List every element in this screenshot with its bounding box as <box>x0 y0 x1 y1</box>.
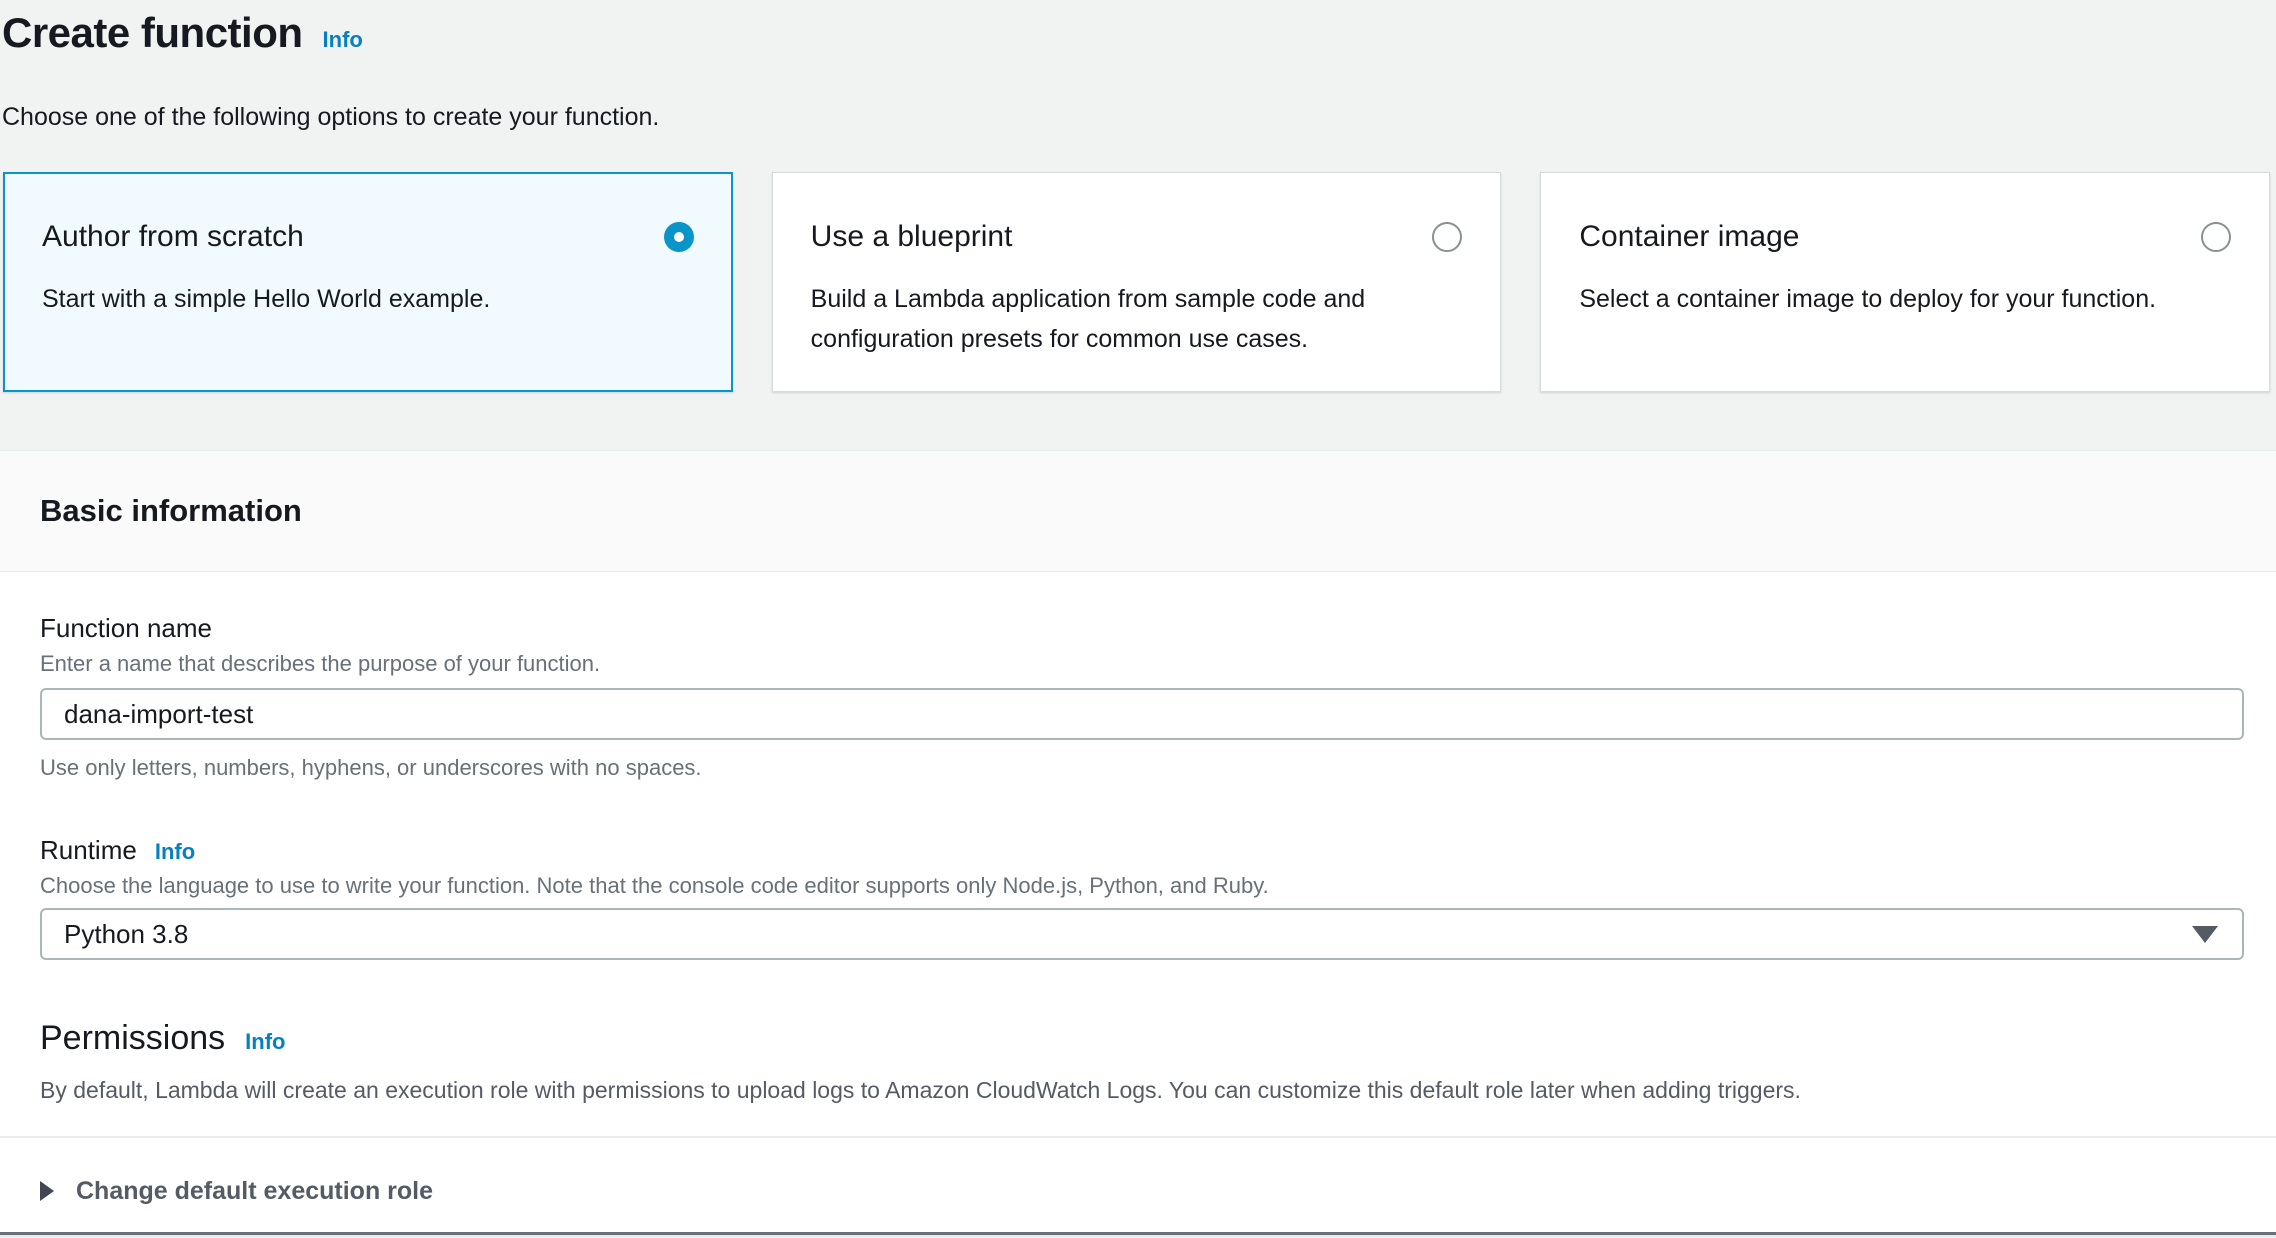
caret-right-icon <box>40 1181 54 1201</box>
card-use-a-blueprint[interactable]: Use a blueprint Build a Lambda applicati… <box>772 172 1502 392</box>
caret-down-icon <box>2192 926 2218 943</box>
card-description: Select a container image to deploy for y… <box>1579 279 2231 319</box>
runtime-info-link[interactable]: Info <box>155 839 195 865</box>
page-title: Create function <box>2 6 303 60</box>
card-title: Author from scratch <box>42 217 304 257</box>
change-execution-role-label: Change default execution role <box>76 1174 433 1208</box>
change-execution-role-expander[interactable]: Change default execution role <box>40 1174 2244 1208</box>
card-title: Use a blueprint <box>811 217 1013 257</box>
bottom-rule <box>0 1232 2276 1237</box>
card-author-from-scratch[interactable]: Author from scratch Start with a simple … <box>3 172 733 392</box>
create-function-page: Create function Info Choose one of the f… <box>0 0 2276 1238</box>
card-title: Container image <box>1579 217 1799 257</box>
permissions-title: Permissions <box>40 1016 225 1060</box>
basic-information-title: Basic information <box>40 493 302 529</box>
creation-option-cards: Author from scratch Start with a simple … <box>0 172 2276 392</box>
function-name-constraint: Use only letters, numbers, hyphens, or u… <box>40 754 2244 782</box>
page-subtitle: Choose one of the following options to c… <box>2 102 2276 132</box>
function-name-input[interactable] <box>40 688 2244 740</box>
function-name-label: Function name <box>40 612 2244 644</box>
basic-information-body: Function name Enter a name that describe… <box>0 572 2276 1237</box>
runtime-selected-value: Python 3.8 <box>64 919 188 950</box>
basic-information-header: Basic information <box>0 451 2276 572</box>
radio-selected-icon[interactable] <box>664 222 694 252</box>
page-header: Create function Info Choose one of the f… <box>0 0 2276 132</box>
card-description: Start with a simple Hello World example. <box>42 279 694 319</box>
radio-unselected-icon[interactable] <box>1432 222 1462 252</box>
radio-unselected-icon[interactable] <box>2201 222 2231 252</box>
permissions-description: By default, Lambda will create an execut… <box>40 1076 2244 1104</box>
card-description: Build a Lambda application from sample c… <box>811 279 1463 359</box>
card-container-image[interactable]: Container image Select a container image… <box>1540 172 2270 392</box>
runtime-description: Choose the language to use to write your… <box>40 872 2244 900</box>
runtime-label: Runtime <box>40 834 137 866</box>
permissions-info-link[interactable]: Info <box>245 1029 285 1055</box>
function-name-description: Enter a name that describes the purpose … <box>40 650 2244 678</box>
basic-information-panel: Basic information Function name Enter a … <box>0 450 2276 1237</box>
runtime-select[interactable]: Python 3.8 <box>40 908 2244 960</box>
title-info-link[interactable]: Info <box>323 27 363 53</box>
section-divider <box>0 1136 2276 1138</box>
